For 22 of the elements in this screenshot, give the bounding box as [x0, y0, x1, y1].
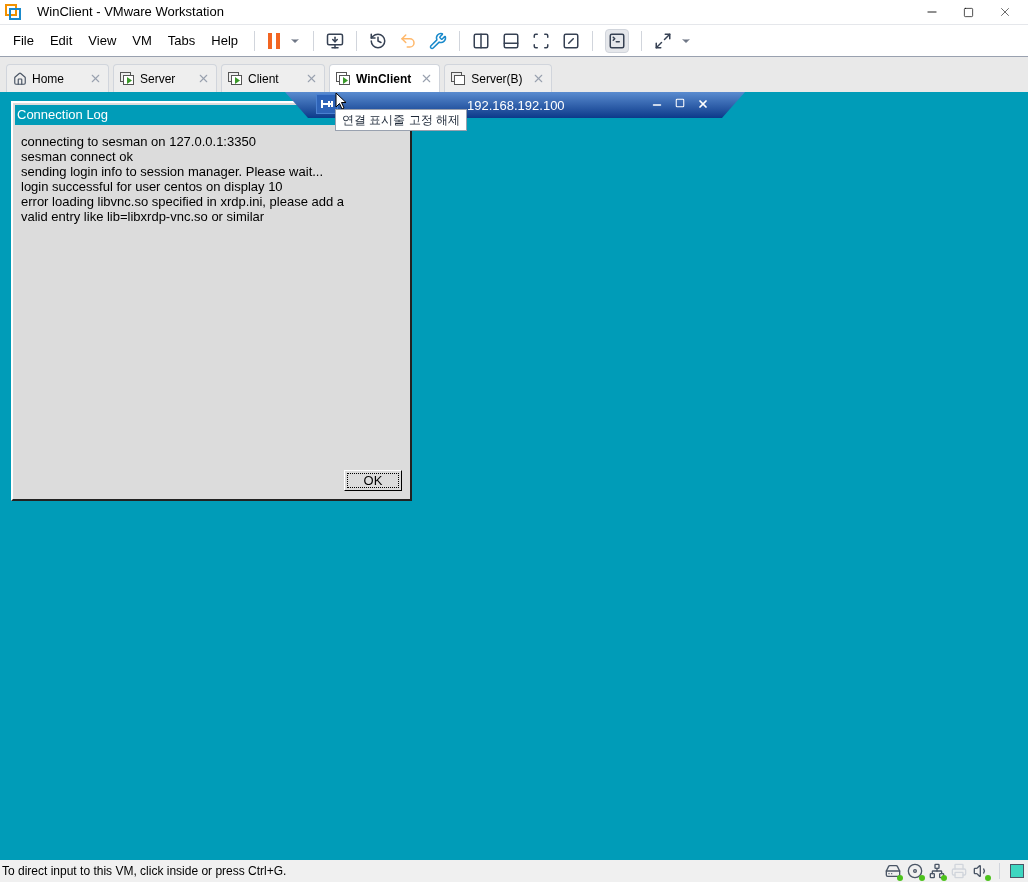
host-address: 192.168.192.100 — [467, 97, 565, 115]
menu-item[interactable]: VM — [124, 30, 160, 51]
tab[interactable]: Server — [113, 64, 217, 92]
tab[interactable]: Server(B) — [444, 64, 552, 92]
ok-button[interactable]: OK — [344, 470, 402, 491]
menu-item[interactable]: Help — [203, 30, 247, 51]
tab[interactable]: Home — [6, 64, 109, 92]
status-text: To direct input to this VM, click inside or press Ctrl+G. — [2, 863, 287, 880]
log-line: connecting to sesman on 127.0.0.1:3350 — [21, 134, 257, 149]
tab[interactable]: Client — [221, 64, 325, 92]
menu-item[interactable]: Edit — [41, 30, 81, 51]
tab[interactable]: WinClient — [329, 64, 441, 92]
menu-item[interactable]: Tabs — [159, 30, 204, 51]
log-line: valid entry like lib=libxrdp-vnc.so or similar — [21, 209, 266, 224]
log-line: sesman connect ok — [21, 149, 134, 164]
window-title: WinClient - VMware Workstation — [37, 3, 224, 22]
log-line: error loading libvnc.so specified in xrdp.ini, please add a — [21, 194, 346, 209]
menu-item[interactable]: View — [80, 30, 125, 51]
log-line: login successful for user centos on display 10 — [21, 179, 284, 194]
log-line: sending login info to session manager. Please wait... — [21, 164, 325, 179]
tooltip: 연결 표시줄 고정 해제 — [335, 109, 467, 131]
menu-item[interactable]: File — [5, 30, 42, 51]
